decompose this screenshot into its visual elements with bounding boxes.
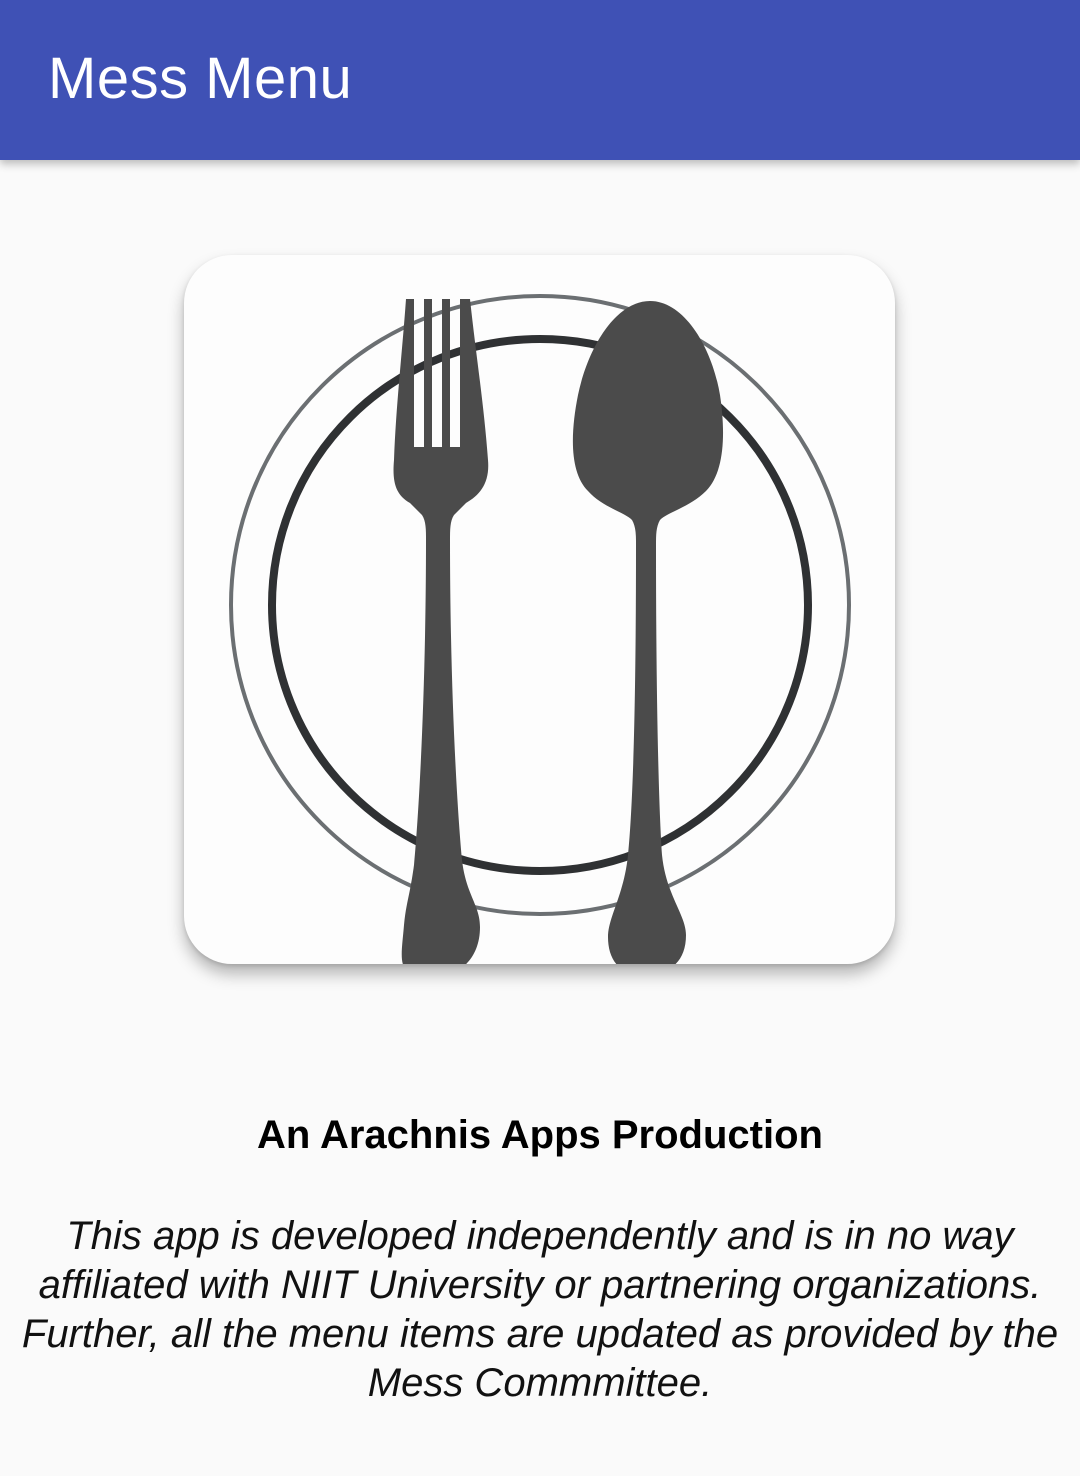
app-title: Mess Menu <box>48 46 353 111</box>
app-logo-card <box>184 255 895 964</box>
disclaimer-text: This app is developed independently and … <box>21 1214 1059 1405</box>
credit-heading: An Arachnis Apps Production <box>257 1113 823 1157</box>
plate-inner-ring <box>268 335 812 875</box>
app-bar: Mess Menu <box>0 0 1080 160</box>
plate-fork-spoon-icon <box>229 294 851 964</box>
plate-outer-rim <box>229 294 851 916</box>
